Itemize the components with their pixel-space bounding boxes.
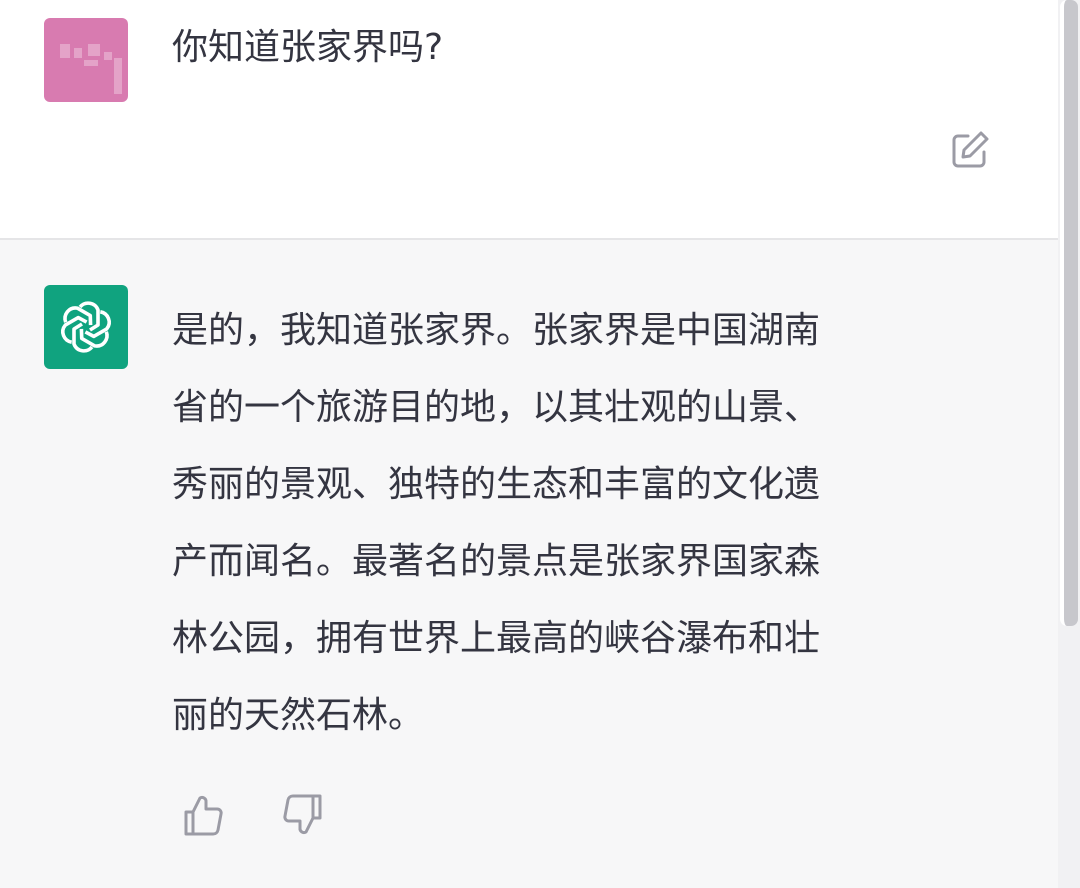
assistant-message-line: 丽的天然石林。: [172, 695, 425, 736]
thumbs-up-button[interactable]: [180, 792, 226, 838]
assistant-message-line: 产而闻名。最著名的景点是张家界国家森: [172, 541, 821, 582]
edit-icon: [952, 131, 989, 168]
scrollbar[interactable]: [1058, 0, 1080, 888]
assistant-avatar: [44, 285, 128, 369]
user-avatar: [44, 18, 128, 102]
openai-logo-icon: [61, 301, 111, 353]
assistant-message-line: 是的，我知道张家界。张家界是中国湖南: [172, 310, 821, 351]
assistant-message-text: 是的，我知道张家界。张家界是中国湖南 省的一个旅游目的地，以其壮观的山景、 秀丽…: [172, 292, 972, 754]
assistant-message-line: 省的一个旅游目的地，以其壮观的山景、: [172, 387, 821, 428]
scrollbar-thumb[interactable]: [1060, 0, 1078, 626]
thumbs-up-icon: [184, 795, 223, 836]
user-message-row: 你知道张家界吗?: [0, 0, 1058, 238]
chat-page: 你知道张家界吗? 是的，我知道张家界。张家界是中国湖南 省的一个旅游目的地，以其…: [0, 0, 1080, 888]
assistant-message-line: 秀丽的景观、独特的生态和丰富的文化遗: [172, 464, 821, 505]
assistant-message-line: 林公园，拥有世界上最高的峡谷瀑布和壮: [172, 618, 821, 659]
thumbs-down-icon: [283, 794, 322, 835]
edit-message-button[interactable]: [948, 128, 992, 172]
user-message-text: 你知道张家界吗?: [172, 27, 444, 68]
thumbs-down-button[interactable]: [280, 792, 326, 838]
